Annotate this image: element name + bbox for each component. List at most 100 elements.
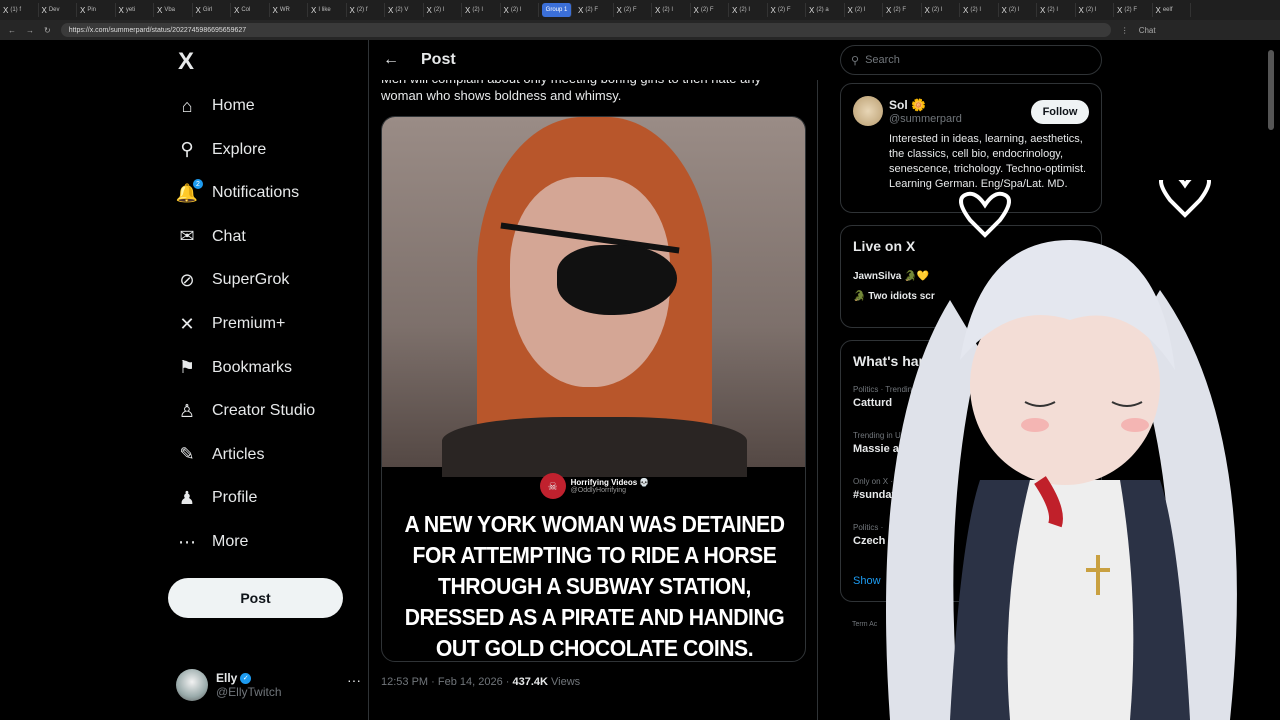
browser-tab[interactable]: X (2) I xyxy=(462,3,501,17)
x-favicon-icon: X xyxy=(503,5,509,15)
browser-tab[interactable]: X (2) I xyxy=(1037,3,1076,17)
browser-tab[interactable]: X Dev xyxy=(39,3,77,17)
x-favicon-icon: X xyxy=(195,5,201,15)
sidebar-item-creator-studio[interactable]: ♙ Creator Studio xyxy=(168,391,358,431)
browser-tab[interactable]: X (2) I xyxy=(999,3,1037,17)
sidebar-item-label: Notifications xyxy=(212,184,300,202)
account-name-row: Elly ✓ xyxy=(216,671,282,685)
sidebar-item-notifications[interactable]: 🔔 2 Notifications xyxy=(168,173,358,213)
x-favicon-icon: X xyxy=(693,5,699,15)
back-nav-icon[interactable]: ← xyxy=(8,26,16,35)
sidebar-item-label: Chat xyxy=(212,227,246,245)
sidebar-item-explore[interactable]: ⚲ Explore xyxy=(168,130,358,170)
profile-avatar[interactable] xyxy=(853,96,883,126)
browser-tab[interactable]: X Pin xyxy=(77,3,116,17)
back-arrow-icon[interactable]: ← xyxy=(383,51,399,69)
browser-tab[interactable]: X (2) I xyxy=(922,3,960,17)
mugshot-photo xyxy=(382,117,805,477)
x-favicon-icon: X xyxy=(1040,5,1046,15)
browser-tab[interactable]: Xeelf xyxy=(1153,3,1191,17)
post-header: ← Post xyxy=(369,40,819,80)
profile-name[interactable]: Sol 🌼 xyxy=(889,98,926,112)
x-favicon-icon: X xyxy=(1155,5,1161,15)
sidebar-item-profile[interactable]: ♟ Profile xyxy=(168,478,358,518)
sidebar-item-label: SuperGrok xyxy=(212,271,290,289)
scrollbar[interactable] xyxy=(1268,50,1274,130)
search-input[interactable]: ⚲ Search xyxy=(840,45,1102,75)
browser-tab[interactable]: XI like xyxy=(308,3,347,17)
media-source-name: Horrifying Videos 💀 xyxy=(570,478,650,487)
x-favicon-icon: X xyxy=(465,5,471,15)
sidebar-item-label: Bookmarks xyxy=(212,358,293,376)
browser-tab[interactable]: X (2) I xyxy=(424,3,462,17)
browser-tab[interactable]: X (2) f xyxy=(347,3,385,17)
sidebar-item-more[interactable]: ⋯ More xyxy=(168,522,358,562)
sidebar-item-label: Premium+ xyxy=(212,315,286,332)
browser-tab[interactable]: X (2) F xyxy=(1114,3,1153,17)
search-placeholder: Search xyxy=(865,54,900,66)
x-favicon-icon: X xyxy=(80,5,86,15)
x-favicon-icon: X xyxy=(1078,5,1084,15)
browser-tab[interactable]: X Girl xyxy=(193,3,231,17)
sidebar-item-bookmarks[interactable]: ⚑ Bookmarks xyxy=(168,348,358,388)
browser-tab[interactable]: X (2) V xyxy=(385,3,424,17)
browser-tab[interactable]: X (1) f xyxy=(0,3,39,17)
account-switcher[interactable]: Elly ✓ @EllyTwitch ··· xyxy=(176,660,361,710)
forward-nav-icon[interactable]: → xyxy=(26,26,34,35)
profile-icon: ♟ xyxy=(178,487,196,508)
browser-tab[interactable]: X (2) F xyxy=(575,3,614,17)
account-handle: @EllyTwitch xyxy=(216,685,282,699)
browser-tab[interactable]: X Vba xyxy=(154,3,193,17)
url-field[interactable]: https://x.com/summerpard/status/20227459… xyxy=(60,23,1111,37)
browser-tab[interactable]: X (2) I xyxy=(845,3,883,17)
profile-handle: @summerpard xyxy=(889,113,962,125)
views-count: 437.4K xyxy=(512,676,548,688)
bookmark-icon: ⚑ xyxy=(178,357,196,378)
sidebar-item-label: More xyxy=(212,533,249,550)
browser-tab[interactable]: Xyeti xyxy=(116,3,154,17)
account-menu-icon[interactable]: ··· xyxy=(347,672,361,688)
x-icon: ✕ xyxy=(179,313,195,334)
browser-tab[interactable]: X (2) I xyxy=(1076,3,1114,17)
mail-icon: ✉ xyxy=(179,226,195,247)
sidebar-item-label: Creator Studio xyxy=(212,402,316,420)
sidebar-item-articles[interactable]: ✎ Articles xyxy=(168,435,358,475)
x-logo-icon[interactable]: X xyxy=(178,48,194,76)
sidebar-item-premium-[interactable]: ✕ Premium+ xyxy=(168,304,358,344)
browser-tab[interactable]: X WR xyxy=(270,3,308,17)
skull-avatar-icon: ☠ xyxy=(539,473,566,499)
x-favicon-icon: X xyxy=(616,5,622,15)
post-button[interactable]: Post xyxy=(168,578,343,618)
tab-group-label[interactable]: Group 1 xyxy=(542,3,572,17)
extensions-icon[interactable]: ⋮ xyxy=(1121,26,1129,35)
chat-label[interactable]: Chat xyxy=(1139,26,1156,35)
browser-tab[interactable]: X (2) F xyxy=(691,3,729,17)
x-favicon-icon: X xyxy=(234,5,240,15)
x-favicon-icon: X xyxy=(655,5,661,15)
sidebar-item-chat[interactable]: ✉ Chat xyxy=(168,217,358,257)
post-timestamp[interactable]: 12:53 PM · Feb 14, 2026 · xyxy=(381,676,512,688)
follow-button[interactable]: Follow xyxy=(1031,100,1089,124)
x-favicon-icon: X xyxy=(924,5,930,15)
browser-tab[interactable]: X (2) I xyxy=(652,3,691,17)
media-source-row: ☠ Horrifying Videos 💀 @OddlyHorrifying xyxy=(382,473,805,499)
avatar xyxy=(176,669,208,701)
browser-tab[interactable]: X (2) I xyxy=(960,3,999,17)
post-column: Men will complain about only meeting bor… xyxy=(368,40,819,720)
browser-tab[interactable]: X Col xyxy=(231,3,270,17)
browser-tab[interactable]: X (2) a xyxy=(806,3,845,17)
sidebar-item-home[interactable]: ⌂ Home xyxy=(168,86,358,126)
browser-tab[interactable]: X (2) F xyxy=(768,3,806,17)
reload-icon[interactable]: ↻ xyxy=(44,26,51,35)
sidebar-item-label: Profile xyxy=(212,489,258,507)
notification-badge: 2 xyxy=(193,179,203,190)
page-title: Post xyxy=(421,51,456,68)
browser-tab[interactable]: X (2) I xyxy=(501,3,539,17)
browser-tab[interactable]: X (2) F xyxy=(883,3,922,17)
browser-tab[interactable]: X (2) I xyxy=(729,3,768,17)
creator-icon: ♙ xyxy=(178,400,196,421)
sidebar-item-supergrok[interactable]: ⊘ SuperGrok xyxy=(168,260,358,300)
browser-tab[interactable]: X (2) F xyxy=(614,3,652,17)
post-media[interactable]: ☠ Horrifying Videos 💀 @OddlyHorrifying A… xyxy=(381,116,806,662)
browser-tab-strip: X (1) f X Dev X Pin Xyeti X Vba X Girl X Col X WR X I li… xyxy=(0,0,1280,20)
